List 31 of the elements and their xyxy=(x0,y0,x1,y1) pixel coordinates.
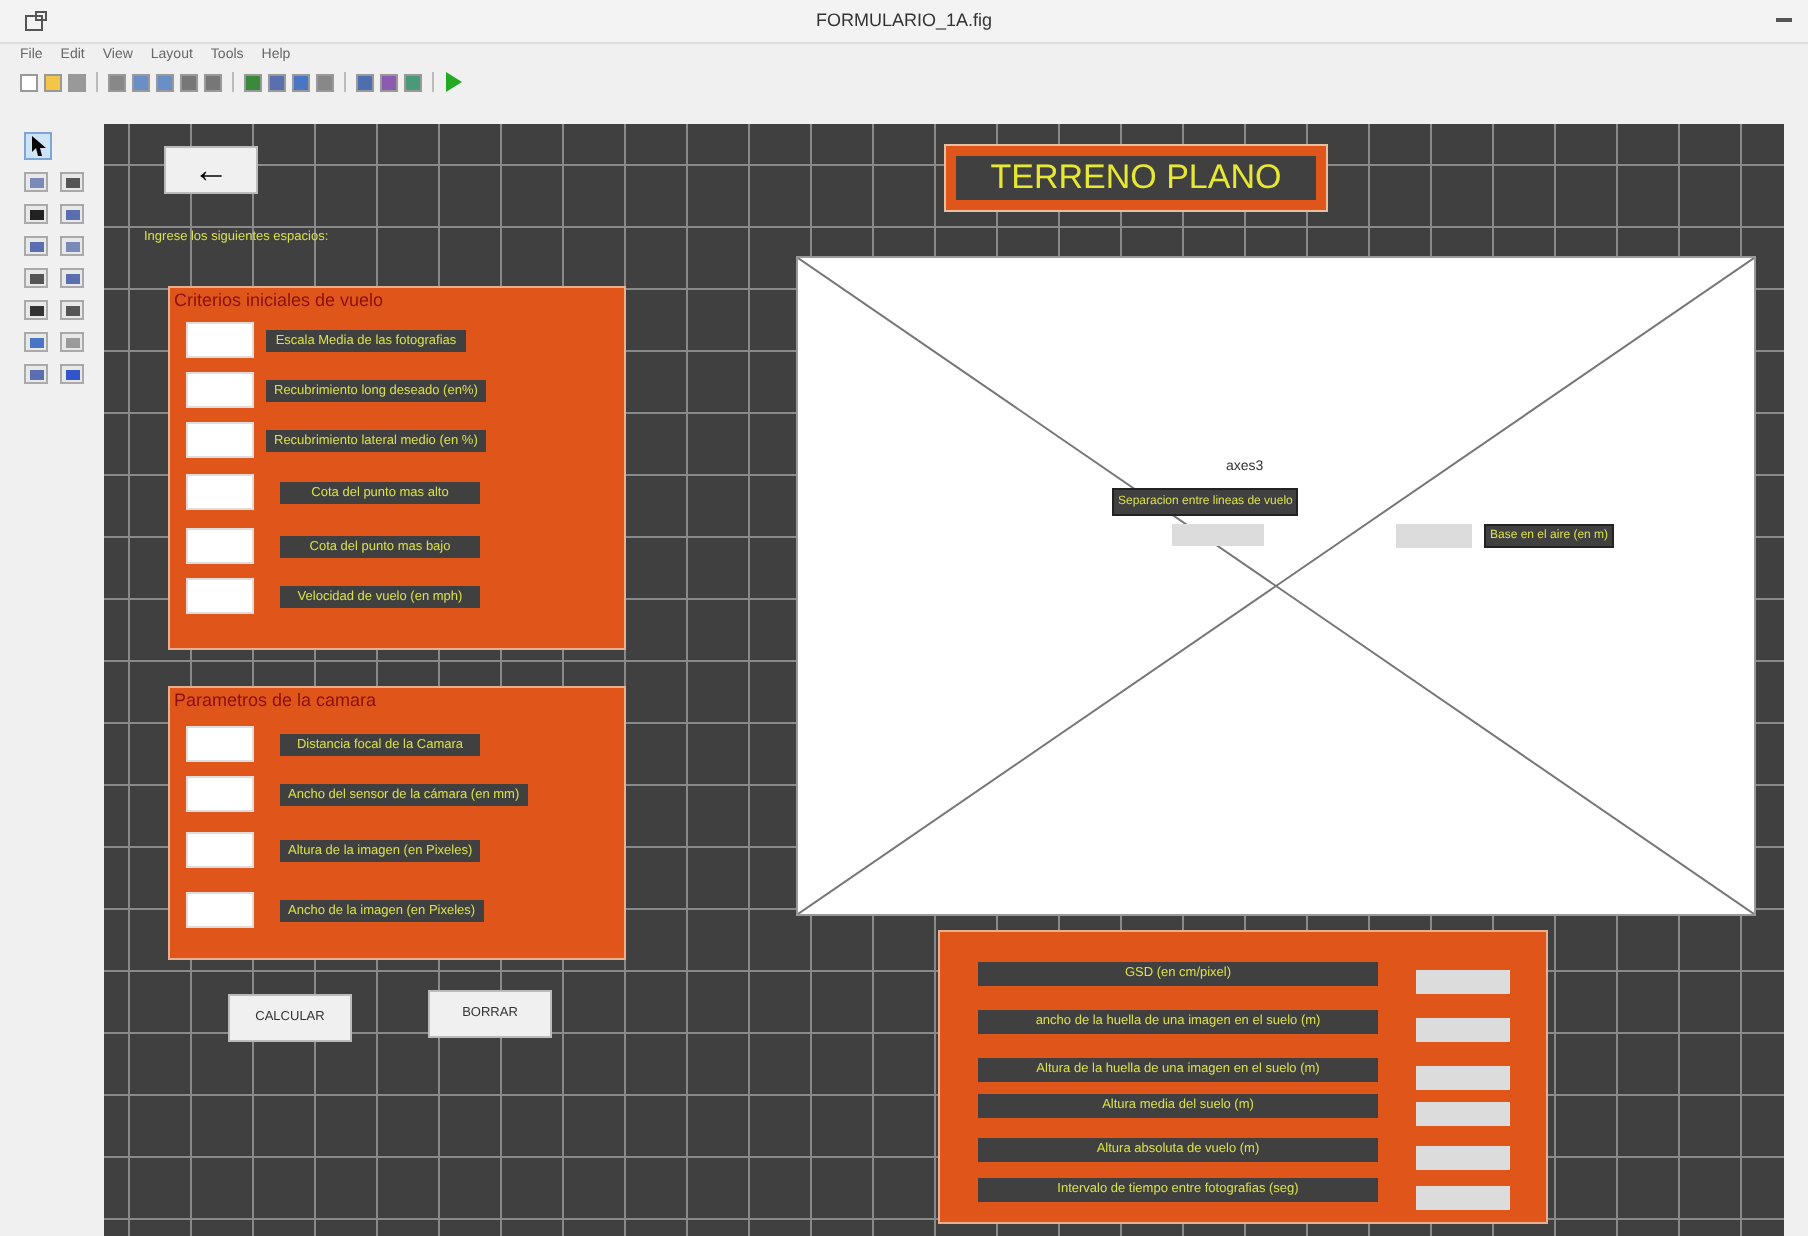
panel-title: Criterios iniciales de vuelo xyxy=(174,290,384,310)
input-field[interactable] xyxy=(186,726,254,762)
output-field xyxy=(1172,524,1264,546)
result-field xyxy=(1416,1186,1510,1210)
back-button[interactable]: ← xyxy=(164,146,258,194)
palette-tool-icon[interactable] xyxy=(24,268,48,288)
input-field[interactable] xyxy=(186,474,254,510)
app-icon xyxy=(24,10,48,32)
input-field[interactable] xyxy=(186,372,254,408)
result-field xyxy=(1416,970,1510,994)
panel-title: Parametros de la camara xyxy=(174,690,377,710)
form-title: TERRENO PLANO xyxy=(946,146,1326,210)
result-field xyxy=(1416,1146,1510,1170)
palette-tool-icon[interactable] xyxy=(60,300,84,320)
input-field[interactable] xyxy=(186,832,254,868)
input-field[interactable] xyxy=(186,776,254,812)
result-field xyxy=(1416,1066,1510,1090)
input-field[interactable] xyxy=(186,528,254,564)
result-field xyxy=(1416,1018,1510,1042)
palette-tool-icon[interactable] xyxy=(24,300,48,320)
input-field[interactable] xyxy=(186,322,254,358)
result-field xyxy=(1416,1102,1510,1126)
window-title: FORMULARIO_1A.fig xyxy=(815,7,993,34)
output-field xyxy=(1396,524,1472,548)
palette-tool-icon[interactable] xyxy=(60,172,84,192)
input-field[interactable] xyxy=(186,892,254,928)
run-icon[interactable] xyxy=(444,72,462,92)
palette-tool-icon[interactable] xyxy=(24,204,48,224)
pointer-icon[interactable] xyxy=(24,132,52,160)
input-field[interactable] xyxy=(186,578,254,614)
input-field[interactable] xyxy=(186,422,254,458)
